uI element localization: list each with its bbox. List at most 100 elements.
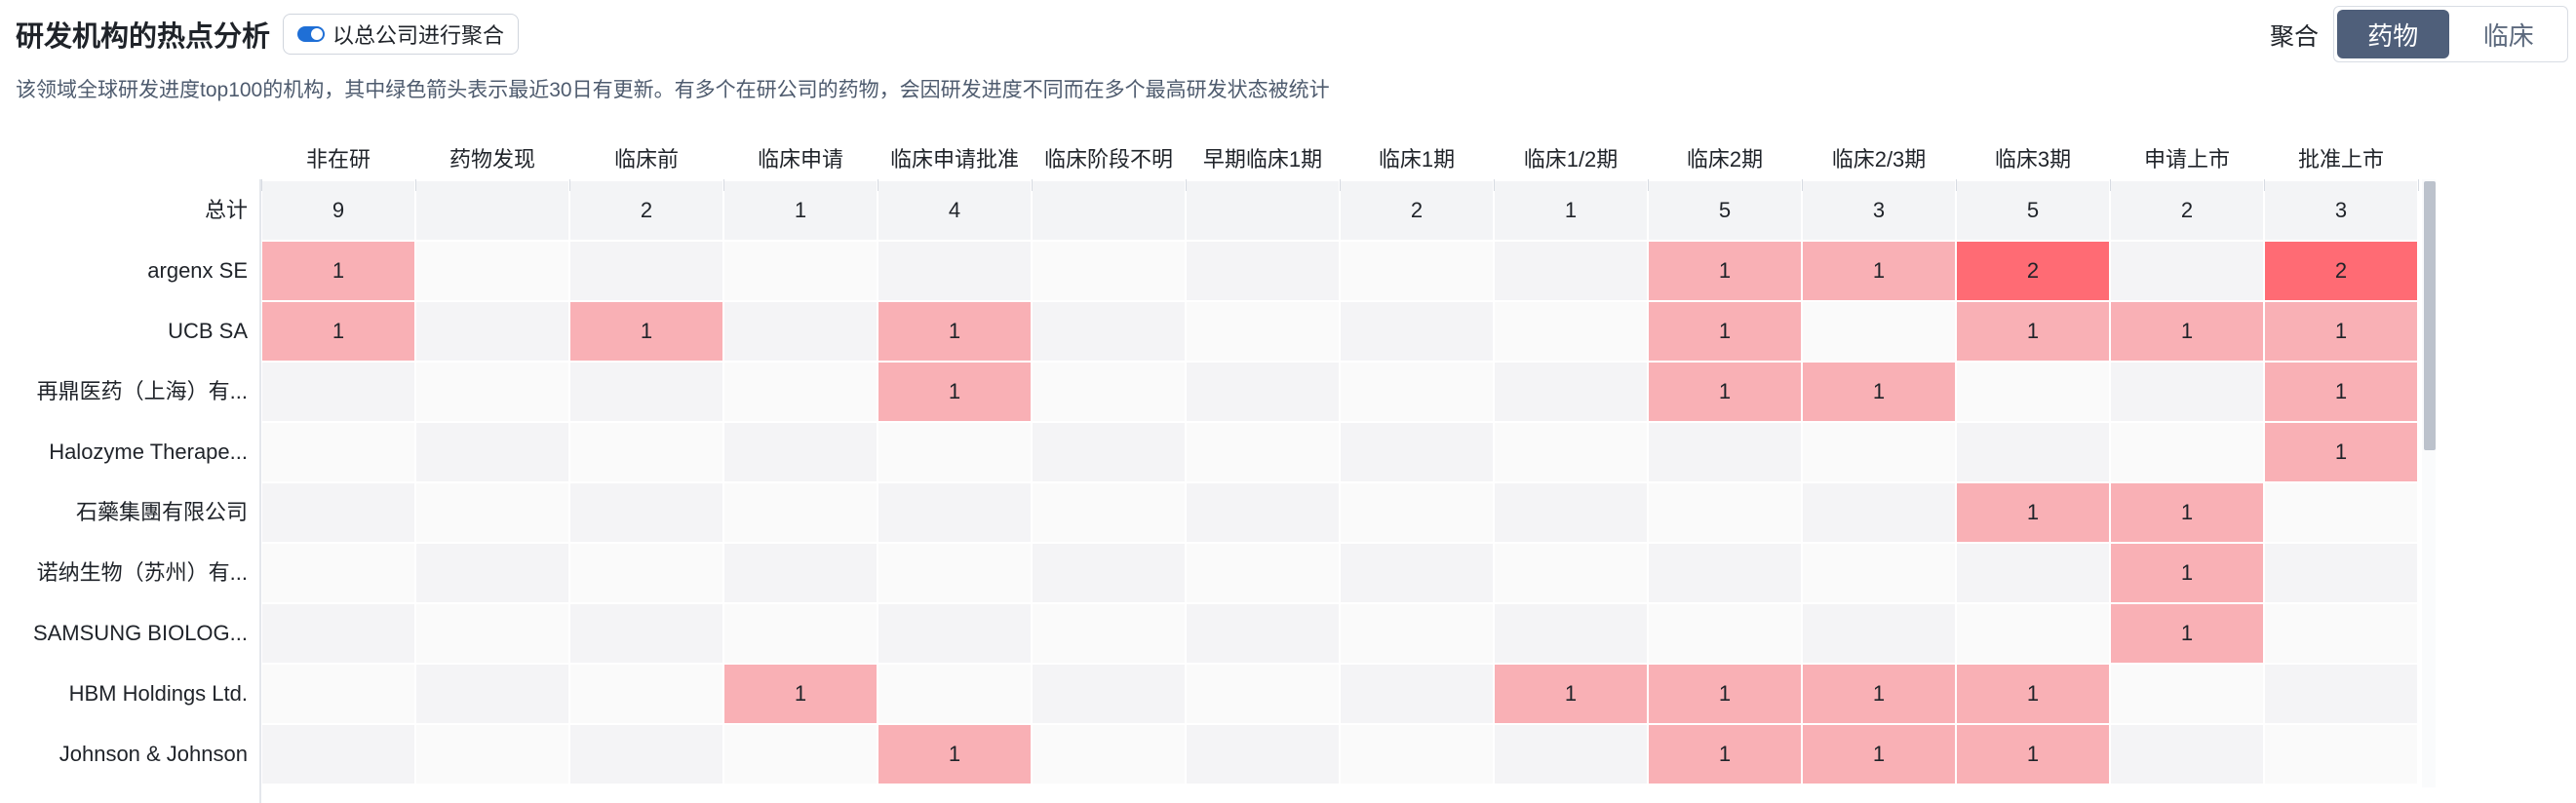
heatmap-cell[interactable] [878, 604, 1031, 663]
segment-drug[interactable]: 药物 [2337, 10, 2449, 58]
heatmap-cell[interactable] [1187, 665, 1339, 723]
total-cell[interactable]: 3 [2265, 181, 2417, 240]
heatmap-cell[interactable] [724, 725, 877, 784]
heatmap-cell[interactable] [1803, 302, 1955, 361]
heatmap-cell[interactable] [1187, 725, 1339, 784]
heatmap-cell[interactable] [1341, 423, 1493, 481]
heatmap-cell[interactable]: 1 [2265, 363, 2417, 421]
heatmap-cell[interactable]: 1 [1649, 725, 1801, 784]
heatmap-cell[interactable] [570, 665, 722, 723]
heatmap-cell[interactable] [2265, 483, 2417, 542]
heatmap-cell[interactable] [724, 302, 877, 361]
heatmap-cell[interactable] [416, 363, 568, 421]
heatmap-cell[interactable]: 1 [1957, 302, 2109, 361]
total-cell[interactable] [1187, 181, 1339, 240]
heatmap-cell[interactable] [1957, 423, 2109, 481]
heatmap-cell[interactable] [262, 725, 414, 784]
heatmap-cell[interactable] [416, 725, 568, 784]
heatmap-cell[interactable] [1649, 483, 1801, 542]
heatmap-cell[interactable] [416, 604, 568, 663]
total-cell[interactable]: 1 [724, 181, 877, 240]
heatmap-cell[interactable] [2265, 604, 2417, 663]
org-row-label[interactable]: 诺纳生物（苏州）有... [0, 544, 248, 602]
heatmap-cell[interactable] [1033, 302, 1185, 361]
heatmap-cell[interactable]: 1 [262, 302, 414, 361]
heatmap-cell[interactable]: 1 [262, 242, 414, 300]
total-cell[interactable]: 2 [2111, 181, 2263, 240]
heatmap-cell[interactable] [416, 544, 568, 602]
heatmap-cell[interactable] [570, 544, 722, 602]
heatmap-cell[interactable] [570, 423, 722, 481]
heatmap-cell[interactable] [570, 604, 722, 663]
heatmap-cell[interactable] [570, 483, 722, 542]
heatmap-cell[interactable] [1495, 604, 1647, 663]
heatmap-cell[interactable] [1033, 423, 1185, 481]
heatmap-cell[interactable] [1187, 544, 1339, 602]
org-row-label[interactable]: argenx SE [0, 242, 248, 300]
heatmap-cell[interactable]: 1 [1649, 363, 1801, 421]
heatmap-cell[interactable] [2111, 363, 2263, 421]
heatmap-cell[interactable] [416, 423, 568, 481]
heatmap-cell[interactable] [1033, 363, 1185, 421]
heatmap-cell[interactable] [1341, 363, 1493, 421]
scrollbar-thumb[interactable] [2424, 181, 2436, 450]
heatmap-cell[interactable] [878, 423, 1031, 481]
heatmap-cell[interactable]: 1 [1649, 302, 1801, 361]
heatmap-cell[interactable]: 1 [1649, 665, 1801, 723]
heatmap-cell[interactable] [1803, 604, 1955, 663]
heatmap-cell[interactable] [1341, 544, 1493, 602]
heatmap-cell[interactable] [2111, 665, 2263, 723]
heatmap-cell[interactable] [262, 483, 414, 542]
total-cell[interactable]: 9 [262, 181, 414, 240]
heatmap-cell[interactable] [2111, 423, 2263, 481]
heatmap-cell[interactable]: 1 [2111, 302, 2263, 361]
heatmap-cell[interactable] [1341, 725, 1493, 784]
toggle-switch-icon[interactable] [297, 26, 325, 42]
heatmap-cell[interactable] [1803, 544, 1955, 602]
aggregate-by-parent-toggle[interactable]: 以总公司进行聚合 [283, 14, 520, 55]
heatmap-cell[interactable]: 1 [570, 302, 722, 361]
heatmap-cell[interactable] [1495, 423, 1647, 481]
heatmap-cell[interactable] [1033, 665, 1185, 723]
heatmap-cell[interactable]: 1 [2265, 302, 2417, 361]
heatmap-cell[interactable] [2265, 544, 2417, 602]
total-cell[interactable]: 1 [1495, 181, 1647, 240]
heatmap-cell[interactable] [1033, 725, 1185, 784]
heatmap-cell[interactable] [1187, 604, 1339, 663]
heatmap-cell[interactable] [1957, 604, 2109, 663]
heatmap-cell[interactable] [724, 242, 877, 300]
org-row-label[interactable]: SAMSUNG BIOLOG... [0, 604, 248, 663]
heatmap-cell[interactable] [1495, 302, 1647, 361]
heatmap-cell[interactable] [1957, 544, 2109, 602]
heatmap-cell[interactable] [262, 363, 414, 421]
heatmap-cell[interactable] [262, 423, 414, 481]
heatmap-cell[interactable]: 1 [878, 363, 1031, 421]
heatmap-cell[interactable]: 1 [2111, 544, 2263, 602]
heatmap-cell[interactable]: 1 [1957, 725, 2109, 784]
heatmap-cell[interactable] [1495, 242, 1647, 300]
total-cell[interactable]: 3 [1803, 181, 1955, 240]
heatmap-cell[interactable] [416, 483, 568, 542]
heatmap-cell[interactable] [2265, 725, 2417, 784]
org-row-label[interactable]: HBM Holdings Ltd. [0, 665, 248, 723]
total-cell[interactable]: 2 [1341, 181, 1493, 240]
heatmap-cell[interactable] [2265, 665, 2417, 723]
heatmap-cell[interactable] [1341, 665, 1493, 723]
heatmap-cell[interactable] [570, 725, 722, 784]
heatmap-cell[interactable] [262, 665, 414, 723]
heatmap-cell[interactable] [1341, 242, 1493, 300]
total-cell[interactable] [416, 181, 568, 240]
heatmap-cell[interactable] [724, 544, 877, 602]
total-cell[interactable]: 2 [570, 181, 722, 240]
heatmap-cell[interactable] [1033, 483, 1185, 542]
heatmap-cell[interactable] [416, 302, 568, 361]
heatmap-cell[interactable]: 1 [2111, 483, 2263, 542]
heatmap-cell[interactable]: 2 [2265, 242, 2417, 300]
heatmap-cell[interactable]: 1 [1649, 242, 1801, 300]
heatmap-cell[interactable] [1495, 363, 1647, 421]
heatmap-cell[interactable] [878, 483, 1031, 542]
org-row-label[interactable]: Halozyme Therape... [0, 423, 248, 481]
heatmap-cell[interactable] [1803, 483, 1955, 542]
heatmap-cell[interactable] [1341, 302, 1493, 361]
heatmap-cell[interactable] [878, 242, 1031, 300]
